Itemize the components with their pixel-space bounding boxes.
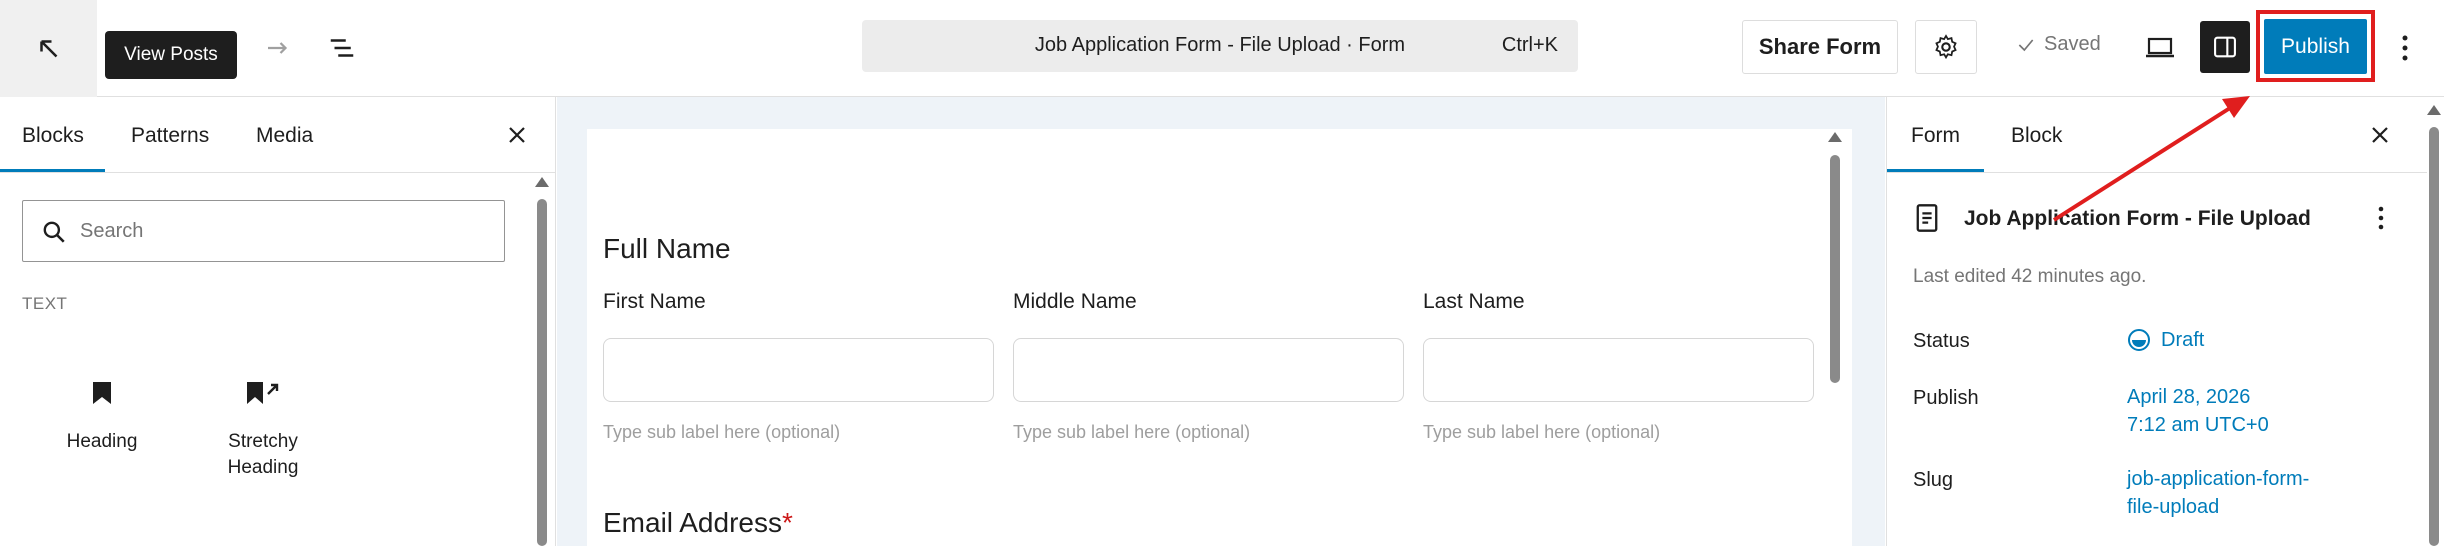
form-document-title: Job Application Form - File Upload (1964, 207, 2311, 230)
preview-button[interactable] (2138, 26, 2182, 70)
draft-status-icon (2128, 329, 2150, 351)
more-vertical-icon (2402, 35, 2408, 61)
block-search-input[interactable]: Search (22, 200, 505, 262)
middle-name-input[interactable] (1013, 338, 1404, 402)
slug-value-button[interactable]: job-application-form- file-upload (2127, 465, 2309, 521)
form-preview: Full Name First Name Type sub label here… (587, 129, 1852, 546)
last-name-label: Last Name (1423, 290, 1525, 313)
scroll-up-arrow[interactable] (535, 177, 549, 187)
search-placeholder: Search (80, 220, 144, 242)
document-icon (1913, 203, 1941, 238)
close-icon (2372, 127, 2388, 143)
redo-icon (268, 42, 288, 54)
share-form-button[interactable]: Share Form (1742, 20, 1898, 74)
status-value: Draft (2161, 329, 2205, 351)
bookmark-icon (42, 373, 162, 413)
more-vertical-icon (2378, 206, 2384, 230)
full-name-heading: Full Name (603, 233, 731, 264)
tab-block[interactable]: Block (2011, 124, 2062, 148)
settings-sidebar-toggle[interactable] (2200, 21, 2250, 73)
document-overview-button[interactable] (322, 28, 362, 68)
options-button[interactable] (2390, 26, 2420, 70)
last-name-input[interactable] (1423, 338, 1814, 402)
first-name-sublabel[interactable]: Type sub label here (optional) (603, 422, 840, 443)
text-category-label: TEXT (22, 294, 68, 313)
laptop-icon (2146, 37, 2174, 58)
view-posts-tooltip: View Posts (105, 31, 237, 79)
gear-icon (1935, 34, 1957, 60)
email-heading-text: Email Address (603, 507, 782, 538)
editor-header: View Posts Job Application Form - File U… (0, 0, 2444, 97)
email-address-heading: Email Address* (603, 507, 793, 539)
redo-button[interactable] (258, 28, 298, 68)
publish-label: Publish (1913, 387, 1979, 409)
inserter-scrollbar[interactable] (535, 177, 549, 546)
tab-media[interactable]: Media (256, 124, 313, 148)
status-label: Status (1913, 330, 1970, 352)
last-name-sublabel[interactable]: Type sub label here (optional) (1423, 422, 1660, 443)
canvas-scrollbar[interactable] (1828, 129, 1842, 546)
view-posts-button[interactable] (0, 0, 97, 97)
publish-date-button[interactable]: April 28, 2026 7:12 am UTC+0 (2127, 383, 2269, 439)
sidebar-icon (2214, 36, 2236, 58)
keyboard-shortcut: Ctrl+K (1501, 34, 1558, 56)
document-title: Job Application Form - File Upload · For… (1034, 34, 1406, 56)
search-icon (41, 219, 67, 250)
list-view-icon (330, 39, 354, 57)
settings-sidebar: Form Block Job Application Form - File U… (1886, 97, 2444, 546)
middle-name-label: Middle Name (1013, 290, 1137, 313)
scroll-up-arrow[interactable] (1828, 132, 1842, 142)
active-tab-indicator (0, 169, 105, 172)
document-actions-button[interactable] (2371, 203, 2391, 233)
scroll-thumb[interactable] (537, 199, 547, 546)
required-marker: * (781, 507, 793, 538)
bookmark-arrow-icon (203, 373, 323, 413)
close-icon (509, 127, 525, 143)
block-label: Stretchy Heading (227, 431, 299, 478)
tab-form[interactable]: Form (1911, 124, 1960, 148)
arrow-up-left-icon (39, 39, 57, 57)
block-inserter-panel: Blocks Patterns Media Search TEXT Headin… (0, 97, 556, 546)
status-value-button[interactable]: Draft (2127, 326, 2204, 354)
first-name-label: First Name (603, 290, 706, 313)
publish-date: April 28, 2026 (2127, 386, 2251, 408)
slug-line-1: job-application-form- (2127, 468, 2310, 490)
active-tab-indicator (1887, 169, 1984, 172)
saved-label: Saved (2044, 33, 2101, 55)
close-inserter-button[interactable] (502, 120, 532, 150)
block-label: Heading (66, 431, 138, 452)
saved-indicator: Saved (2016, 33, 2101, 56)
last-edited-text: Last edited 42 minutes ago. (1913, 266, 2147, 287)
publish-button[interactable]: Publish (2264, 19, 2367, 74)
scroll-thumb[interactable] (2429, 127, 2439, 546)
sidebar-tabs: Form Block (1887, 97, 2427, 173)
first-name-input[interactable] (603, 338, 994, 402)
tab-patterns[interactable]: Patterns (131, 124, 209, 148)
slug-line-2: file-upload (2127, 496, 2220, 518)
scroll-up-arrow[interactable] (2427, 105, 2441, 115)
close-sidebar-button[interactable] (2365, 120, 2395, 150)
sidebar-scrollbar[interactable] (2427, 105, 2441, 546)
block-heading[interactable]: Heading (42, 373, 162, 455)
slug-label: Slug (1913, 469, 1954, 491)
publish-time: 7:12 am UTC+0 (2127, 414, 2269, 436)
form-settings-button[interactable] (1915, 20, 1977, 74)
command-palette-bar[interactable]: Job Application Form - File Upload · For… (862, 20, 1578, 72)
block-stretchy-heading[interactable]: Stretchy Heading (203, 373, 323, 481)
middle-name-sublabel[interactable]: Type sub label here (optional) (1013, 422, 1250, 443)
scroll-thumb[interactable] (1830, 155, 1840, 383)
checkmark-icon (2018, 38, 2034, 51)
editor-canvas: Full Name First Name Type sub label here… (557, 97, 1885, 546)
inserter-tabs: Blocks Patterns Media (0, 97, 555, 173)
tab-blocks[interactable]: Blocks (22, 124, 84, 148)
